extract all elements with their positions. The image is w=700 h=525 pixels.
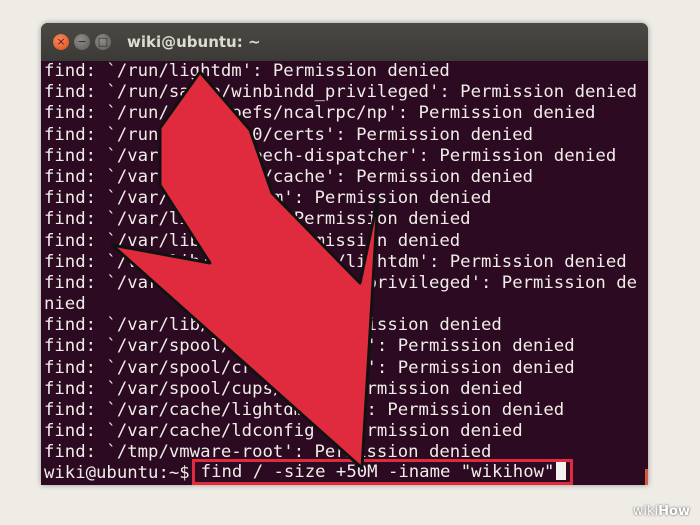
output-line: find: `/var/spool/cron/crontabs': Permis… xyxy=(44,357,575,378)
scrollbar-indicator[interactable] xyxy=(645,469,648,485)
minimize-button[interactable]: − xyxy=(74,34,90,50)
maximize-button[interactable]: □ xyxy=(95,34,111,50)
window-title: wiki@ubuntu: ~ xyxy=(127,33,261,51)
wikihow-watermark: wikiHow xyxy=(633,504,690,519)
watermark-suffix: How xyxy=(658,504,690,519)
output-line: nied xyxy=(44,294,86,315)
close-button[interactable]: × xyxy=(53,34,69,50)
output-line: find: `/var/lib/samba/cache': Permission… xyxy=(44,166,533,187)
output-line: find: `/run/lightdm': Permission denied xyxy=(44,61,450,81)
title-bar[interactable]: × − □ wiki@ubuntu: ~ xyxy=(41,23,648,61)
command-line[interactable]: wiki@ubuntu:~$ find / -size +50M -iname "… xyxy=(44,459,574,485)
text-cursor xyxy=(556,462,567,480)
output-line: find: `/run/rpc_pipefs/ncalrpc/np': Perm… xyxy=(44,103,596,124)
output-line: find: `/var/spool/speech-dispatcher': Pe… xyxy=(44,145,617,166)
output-line: find: `/var/lib/polkit-1': Permission de… xyxy=(44,315,502,336)
terminal-output[interactable]: find: `/run/lightdm': Permission denied f… xyxy=(41,61,648,485)
terminal-window: × − □ wiki@ubuntu: ~ find: `/run/lightdm… xyxy=(41,23,648,485)
output-line: find: `/var/lib/samba/winbindd_privilege… xyxy=(44,272,638,293)
output-line: find: `/var/lib/lightdm': Permission den… xyxy=(44,188,492,209)
shell-prompt: wiki@ubuntu:~$ xyxy=(44,463,190,483)
output-line: find: `/var/cache/lightdm/dmrc': Permiss… xyxy=(44,400,565,420)
output-line: find: `/var/lib/samba': Permission denie… xyxy=(44,209,471,230)
output-line: find: `/var/cache/ldconfig': Permission … xyxy=(44,421,523,442)
highlighted-command[interactable]: find / -size +50M -iname "wikihow" xyxy=(191,459,574,485)
output-line: find: `/var/lib/lightdm-data/lightdm': P… xyxy=(44,251,627,272)
watermark-prefix: wiki xyxy=(632,504,659,519)
output-line: find: `/run/samba/winbindd_privileged': … xyxy=(44,82,638,103)
output-lines: find: `/run/lightdm': Permission denied f… xyxy=(44,61,637,464)
output-line: find: `/var/lib/sudo': Permission denied xyxy=(44,230,461,251)
output-line: find: `/var/spool/cron/crontabs': Permis… xyxy=(44,336,575,357)
output-line: find: `/var/spool/cups/tmp': Permission … xyxy=(44,378,523,399)
command-text[interactable]: find / -size +50M -iname "wikihow" xyxy=(201,462,555,482)
output-line: find: `/run/user/1000/certs': Permission… xyxy=(44,124,533,145)
